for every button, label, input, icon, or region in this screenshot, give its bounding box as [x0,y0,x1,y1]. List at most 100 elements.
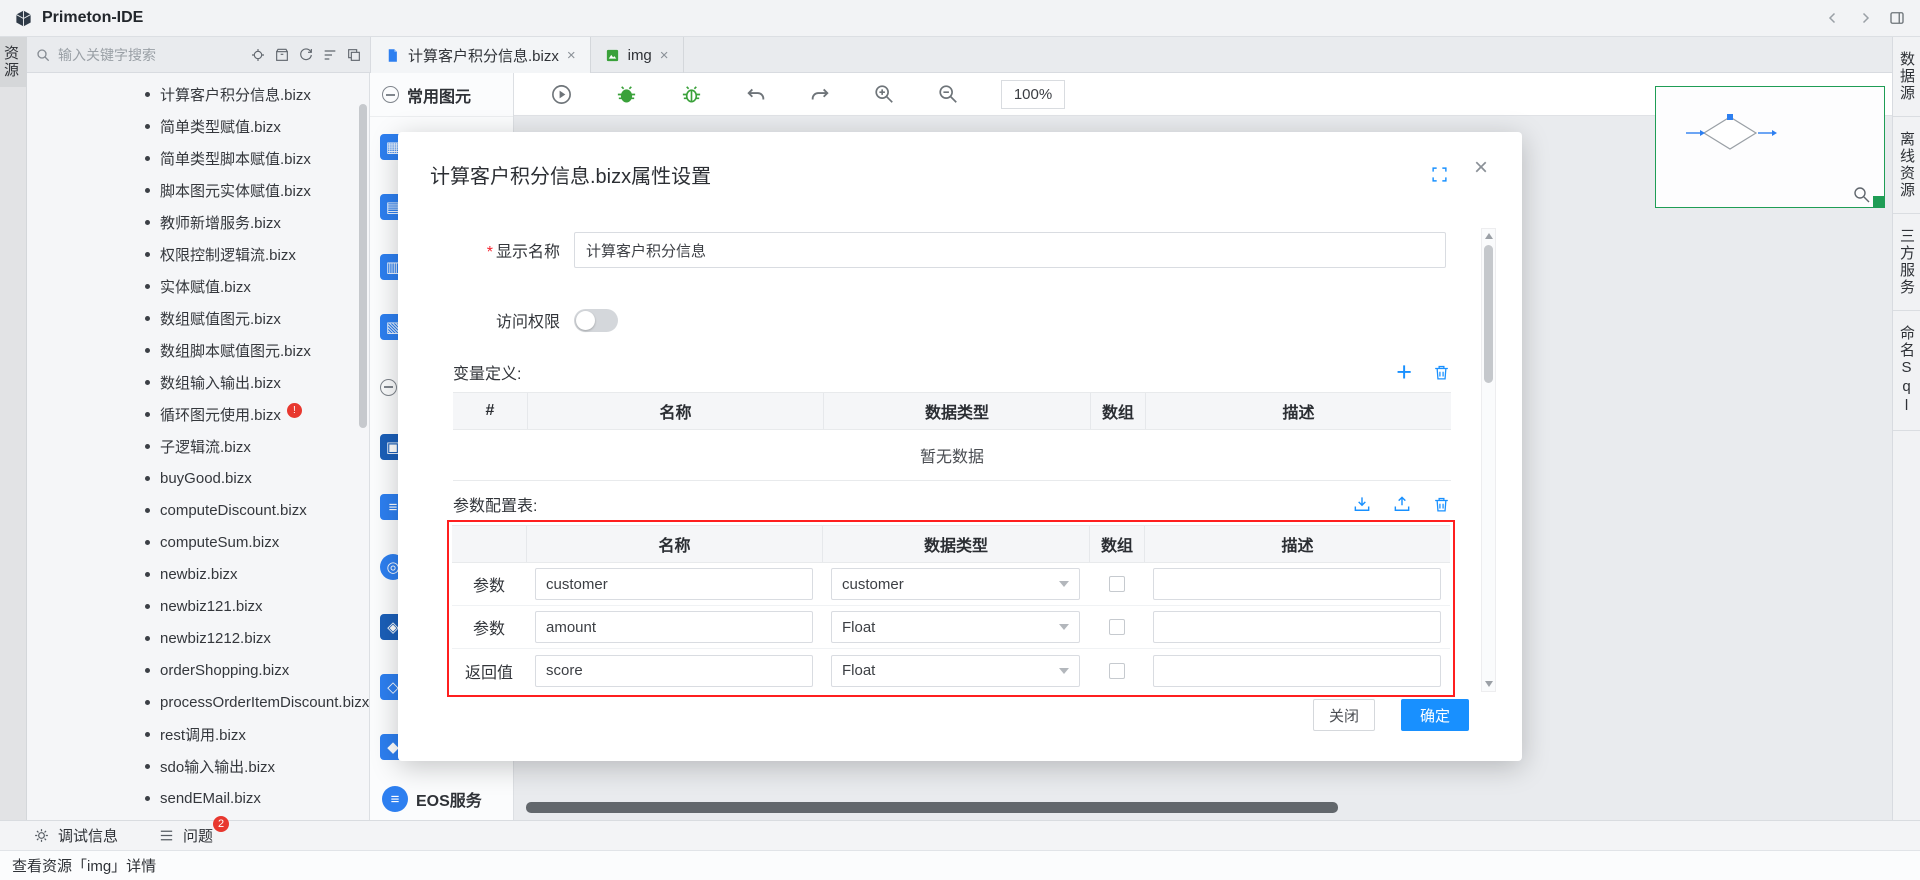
param-desc-input[interactable] [1153,655,1441,687]
tree-item[interactable]: 数组赋值图元.bizx [27,302,369,334]
import-params-icon[interactable] [1352,494,1372,514]
explorer-panel: 计算客户积分信息.bizx 简单类型赋值.bizx 简单类型脚本赋值.bizx … [27,73,370,820]
tree-scrollbar[interactable] [359,104,367,794]
tree-item[interactable]: 权限控制逻辑流.bizx [27,238,369,270]
run-icon[interactable] [550,83,573,106]
tree-item[interactable]: newbiz.bizx [27,558,369,590]
rail-tab-resources[interactable]: 资源 [0,37,26,87]
debug-info-tab[interactable]: 调试信息 [33,825,118,846]
bullet-icon [145,572,150,577]
tree-item[interactable]: computeDiscount.bizx [27,494,369,526]
param-type-select[interactable]: Float [831,611,1080,643]
param-desc-input[interactable] [1153,568,1441,600]
param-array-checkbox[interactable] [1109,576,1125,592]
tree-item[interactable]: rest调用.bizx [27,718,369,750]
tree-item[interactable]: 教师新增服务.bizx [27,206,369,238]
tree-item[interactable]: sendEMail.bizx [27,782,369,814]
palette-section-common[interactable]: 常用图元 [370,73,513,117]
tree-item[interactable]: 简单类型赋值.bizx [27,110,369,142]
tree-item[interactable]: 计算客户积分信息.bizx [27,78,369,110]
ok-button[interactable]: 确定 [1401,699,1469,731]
tab-img[interactable]: img × [591,37,684,73]
maximize-icon[interactable] [1431,166,1448,183]
param-row: 参数 Float [452,606,1450,649]
tree-item[interactable]: 数组脚本赋值图元.bizx [27,334,369,366]
tree-item[interactable]: newbiz1212.bizx [27,622,369,654]
access-toggle[interactable] [574,309,618,332]
redo-icon[interactable] [809,83,831,105]
param-name-input[interactable] [535,611,813,643]
tree-item[interactable]: 脚本图元实体赋值.bizx [27,174,369,206]
tree-item[interactable]: sdo输入输出.bizx [27,750,369,782]
tree-item[interactable]: 简单类型脚本赋值.bizx [27,142,369,174]
chevron-down-icon [1059,581,1069,587]
tab-close-icon[interactable]: × [660,48,669,63]
param-desc-input[interactable] [1153,611,1441,643]
left-rail: 资源 [0,37,27,820]
param-type-select[interactable]: Float [831,655,1080,687]
tree-item[interactable]: processOrderItemDiscount.bizx [27,686,369,718]
tree-item[interactable]: buyGood.bizx [27,462,369,494]
scrollbar-thumb[interactable] [359,104,367,428]
tree-item[interactable]: 循环图元使用.bizx! [27,398,369,430]
tree-item[interactable]: 实体赋值.bizx [27,270,369,302]
delete-param-icon[interactable] [1432,495,1451,514]
access-label: 访问权限 [398,308,560,332]
display-name-input[interactable] [574,232,1446,268]
refresh-icon[interactable] [298,47,314,63]
dialog-scrollbar[interactable] [1481,228,1496,692]
tab-bizx-editor[interactable]: 计算客户积分信息.bizx × [371,37,591,73]
minimap-resize-handle[interactable] [1873,196,1884,207]
scroll-down-icon[interactable] [1482,677,1495,691]
tree-item[interactable]: 数组输入输出.bizx [27,366,369,398]
problems-tab[interactable]: 问题 2 [158,825,213,846]
package-icon[interactable] [274,47,290,63]
tree-item[interactable]: orderShopping.bizx [27,654,369,686]
param-name-input[interactable] [535,655,813,687]
rail-tab-named-sql[interactable]: 命名Sql [1893,311,1920,431]
debug-bug-icon[interactable] [615,83,638,106]
export-params-icon[interactable] [1392,494,1412,514]
rail-tab-thirdparty-services[interactable]: 三方服务 [1893,214,1920,311]
search-input[interactable] [58,47,239,63]
bug-outline-icon[interactable] [680,83,703,106]
nav-back-icon[interactable] [1824,9,1842,27]
rail-tab-offline-resources[interactable]: 离线资源 [1893,117,1920,214]
dialog-close-icon[interactable]: × [1474,156,1488,180]
locate-icon[interactable] [250,47,266,63]
param-array-checkbox[interactable] [1109,663,1125,679]
param-type-select[interactable]: customer [831,568,1080,600]
scrollbar-thumb[interactable] [1484,245,1493,383]
sort-list-icon[interactable] [322,47,338,63]
zoom-out-icon[interactable] [937,83,959,105]
palette-section-eos[interactable]: ≡ EOS服务 [370,777,513,820]
add-variable-icon[interactable]: + [1396,359,1412,386]
layout-panel-icon[interactable] [1888,9,1906,27]
zoom-in-icon[interactable] [873,83,895,105]
bullet-icon [145,380,150,385]
bullet-icon [145,700,150,705]
tree-item[interactable]: 子逻辑流.bizx [27,430,369,462]
tree-item[interactable]: computeSum.bizx [27,526,369,558]
canvas-horizontal-scrollbar[interactable] [526,802,1338,813]
rail-tab-datasource[interactable]: 数据源 [1893,37,1920,117]
collapse-icon[interactable] [380,379,397,396]
undo-icon[interactable] [745,83,767,105]
close-button[interactable]: 关闭 [1313,699,1375,731]
bullet-icon [145,284,150,289]
delete-variable-icon[interactable] [1432,363,1451,382]
nav-forward-icon[interactable] [1856,9,1874,27]
param-name-input[interactable] [535,568,813,600]
search-icon [35,47,51,63]
collapse-icon[interactable] [382,86,399,103]
toggle-knob [576,311,595,330]
tab-close-icon[interactable]: × [567,48,576,63]
param-array-checkbox[interactable] [1109,619,1125,635]
scroll-up-icon[interactable] [1482,229,1495,243]
zoom-level[interactable]: 100% [1001,80,1065,109]
tree-item[interactable]: newbiz121.bizx [27,590,369,622]
explorer-toolbar-icons [250,47,362,63]
minimap[interactable] [1655,86,1885,208]
file-tree: 计算客户积分信息.bizx 简单类型赋值.bizx 简单类型脚本赋值.bizx … [27,73,369,814]
copy-panels-icon[interactable] [346,47,362,63]
